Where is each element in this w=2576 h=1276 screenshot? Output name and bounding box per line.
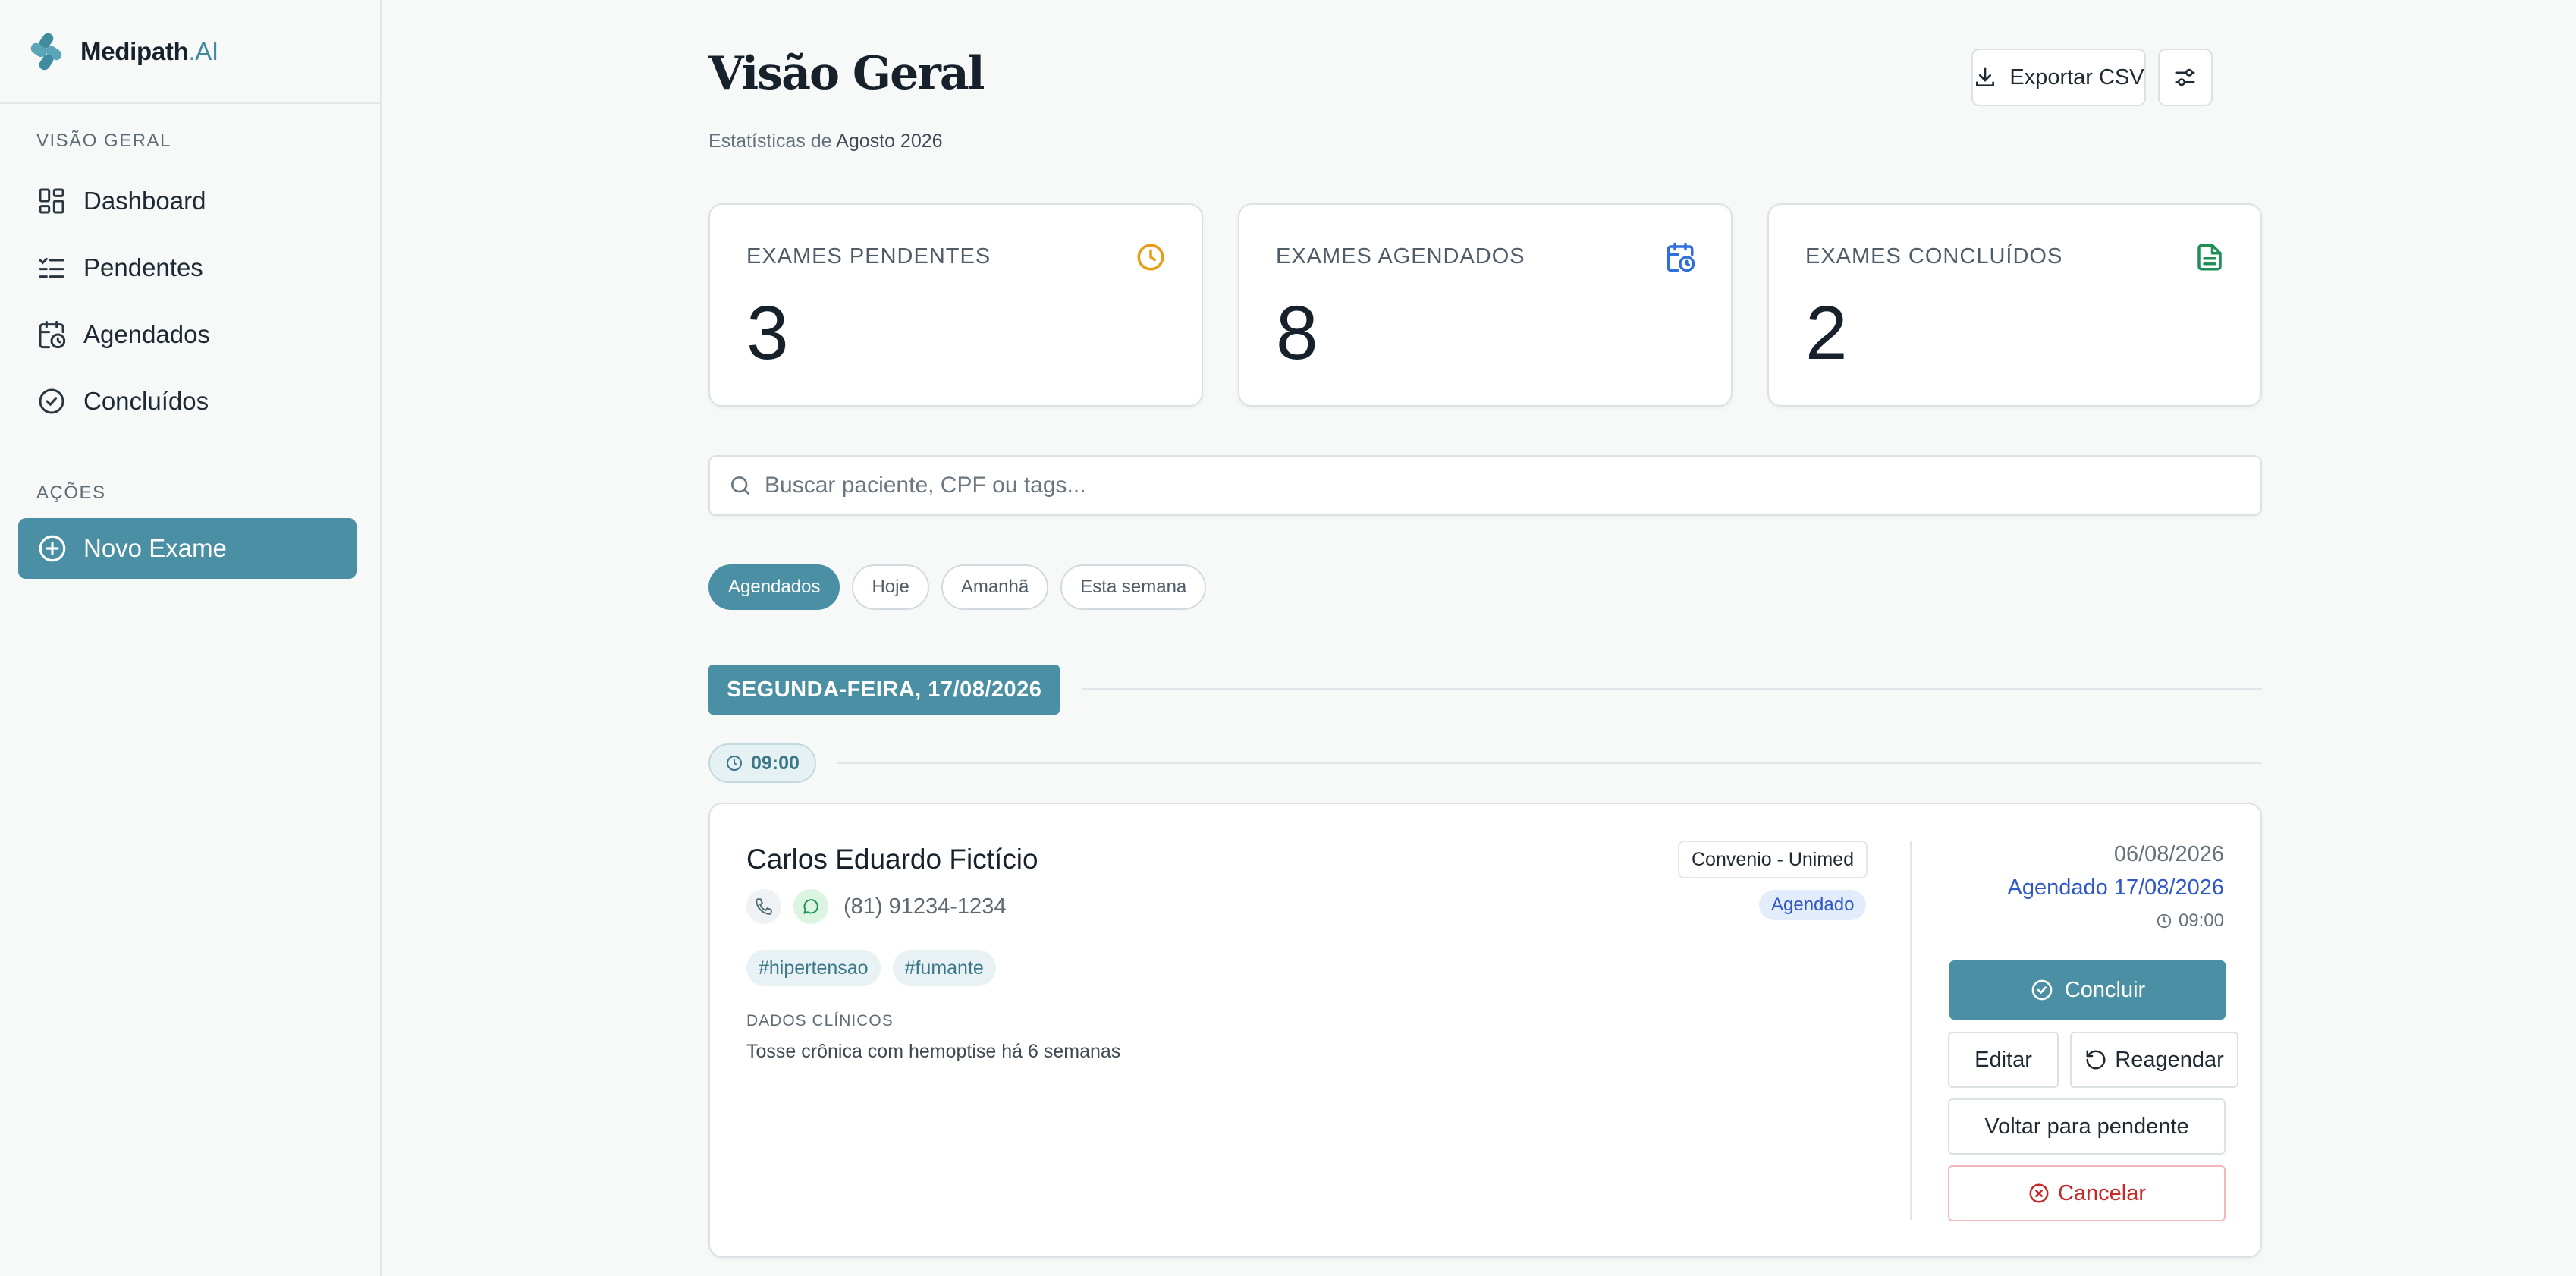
- sidebar-item-pendentes[interactable]: Pendentes: [0, 234, 382, 301]
- time-divider: [837, 762, 2262, 764]
- stat-card-pending: EXAMES PENDENTES 3: [708, 203, 1203, 407]
- patient-phone: (81) 91234-1234: [843, 894, 1007, 919]
- exam-created-date: 06/08/2026: [2113, 842, 2224, 866]
- subtitle-month: Agosto 2026: [836, 130, 943, 152]
- stat-value: 3: [746, 291, 789, 376]
- tag[interactable]: #hipertensao: [746, 950, 881, 986]
- patient-contact: (81) 91234-1234: [746, 889, 1006, 924]
- filter-chip-amanha[interactable]: Amanhã: [941, 564, 1049, 610]
- new-exam-button[interactable]: Novo Exame: [18, 518, 357, 579]
- download-icon: [1976, 67, 1995, 86]
- search-icon: [731, 476, 749, 495]
- stat-card-scheduled: EXAMES AGENDADOS 8: [1238, 203, 1733, 407]
- x-circle-icon: [2029, 1183, 2049, 1203]
- calendar-clock-icon: [1667, 242, 1695, 272]
- sidebar-item-agendados[interactable]: Agendados: [0, 301, 382, 368]
- search-input[interactable]: [765, 473, 2206, 498]
- edit-button[interactable]: Editar: [1948, 1032, 2059, 1088]
- insurance-badge: Convenio - Unimed: [1678, 841, 1868, 878]
- time-slot-label: 09:00: [751, 752, 800, 774]
- date-group-header: SEGUNDA-FEIRA, 17/08/2026: [708, 665, 1060, 715]
- list-checks-icon: [39, 257, 64, 278]
- new-exam-label: Novo Exame: [83, 534, 227, 562]
- filter-chips: Agendados Hoje Amanhã Esta semana: [708, 564, 1207, 610]
- tag[interactable]: #fumante: [892, 950, 996, 986]
- export-csv-label: Exportar CSV: [2009, 64, 2144, 90]
- filter-chip-hoje[interactable]: Hoje: [852, 564, 929, 610]
- conclude-button[interactable]: Concluir: [1949, 960, 2226, 1020]
- export-csv-button[interactable]: Exportar CSV: [1971, 49, 2146, 106]
- page-subtitle: Estatísticas de Agosto 2026: [708, 130, 943, 152]
- exam-card: Carlos Eduardo Fictício (81) 91234-1234 …: [708, 803, 2262, 1258]
- cancel-button[interactable]: Cancelar: [1948, 1165, 2226, 1221]
- sliders-icon: [2175, 68, 2195, 86]
- brand-name: Medipath.AI: [80, 36, 218, 65]
- check-circle-icon: [39, 388, 64, 414]
- back-to-pending-button[interactable]: Voltar para pendente: [1948, 1098, 2226, 1155]
- whatsapp-icon: [803, 899, 818, 914]
- search-bar: [708, 455, 2262, 516]
- filter-settings-button[interactable]: [2158, 49, 2213, 106]
- calendar-clock-icon: [39, 320, 66, 349]
- stat-card-completed: EXAMES CONCLUÍDOS 2: [1767, 203, 2262, 407]
- clock-icon: [1137, 244, 1164, 271]
- sidebar-item-label: Dashboard: [83, 187, 206, 215]
- sidebar: Medipath.AI VISÃO GERAL Dashboard Penden…: [0, 0, 382, 1276]
- card-divider: [1910, 841, 1912, 1220]
- exam-scheduled-date: Agendado 17/08/2026: [2007, 875, 2224, 900]
- sidebar-item-label: Concluídos: [83, 387, 209, 415]
- sidebar-item-dashboard[interactable]: Dashboard: [0, 168, 382, 234]
- rotate-ccw-icon: [2086, 1050, 2106, 1070]
- status-badge: Agendado: [1759, 890, 1867, 920]
- clinical-data-label: DADOS CLÍNICOS: [746, 1012, 894, 1029]
- check-circle-icon: [2031, 979, 2053, 1001]
- reschedule-button[interactable]: Reagendar: [2070, 1032, 2238, 1088]
- patient-tags: #hipertensao #fumante: [746, 950, 996, 986]
- stat-label: EXAMES AGENDADOS: [1276, 244, 1525, 269]
- exam-scheduled-time: 09:00: [2156, 910, 2224, 932]
- sidebar-nav: Dashboard Pendentes Agendados Concluídos: [0, 168, 382, 435]
- document-icon: [2197, 244, 2222, 271]
- patient-name: Carlos Eduardo Fictício: [746, 844, 1038, 875]
- page-title: Visão Geral: [708, 47, 985, 100]
- filter-chip-agendados[interactable]: Agendados: [708, 564, 840, 610]
- stat-value: 8: [1276, 291, 1318, 376]
- clinical-data-text: Tosse crônica com hemoptise há 6 semanas: [746, 1041, 1121, 1062]
- brand[interactable]: Medipath.AI: [0, 0, 380, 104]
- plus-circle-icon: [39, 535, 66, 562]
- stat-label: EXAMES CONCLUÍDOS: [1805, 244, 2063, 269]
- sidebar-item-label: Pendentes: [83, 253, 203, 281]
- clock-icon: [2157, 913, 2172, 929]
- call-button[interactable]: [746, 889, 781, 924]
- time-slot-pill: 09:00: [708, 743, 816, 783]
- actions-section-label: AÇÕES: [36, 482, 106, 503]
- stat-label: EXAMES PENDENTES: [746, 244, 991, 269]
- sidebar-item-label: Agendados: [83, 320, 210, 348]
- date-divider: [1082, 688, 2262, 690]
- phone-icon: [756, 898, 772, 915]
- dashboard-icon: [39, 188, 64, 214]
- overview-section-label: VISÃO GERAL: [36, 130, 171, 151]
- stat-value: 2: [1805, 291, 1848, 376]
- whatsapp-button[interactable]: [793, 889, 828, 924]
- filter-chip-esta-semana[interactable]: Esta semana: [1060, 564, 1207, 610]
- sidebar-item-concluidos[interactable]: Concluídos: [0, 368, 382, 435]
- medipath-logo-icon: [30, 33, 62, 70]
- clock-icon: [727, 756, 742, 771]
